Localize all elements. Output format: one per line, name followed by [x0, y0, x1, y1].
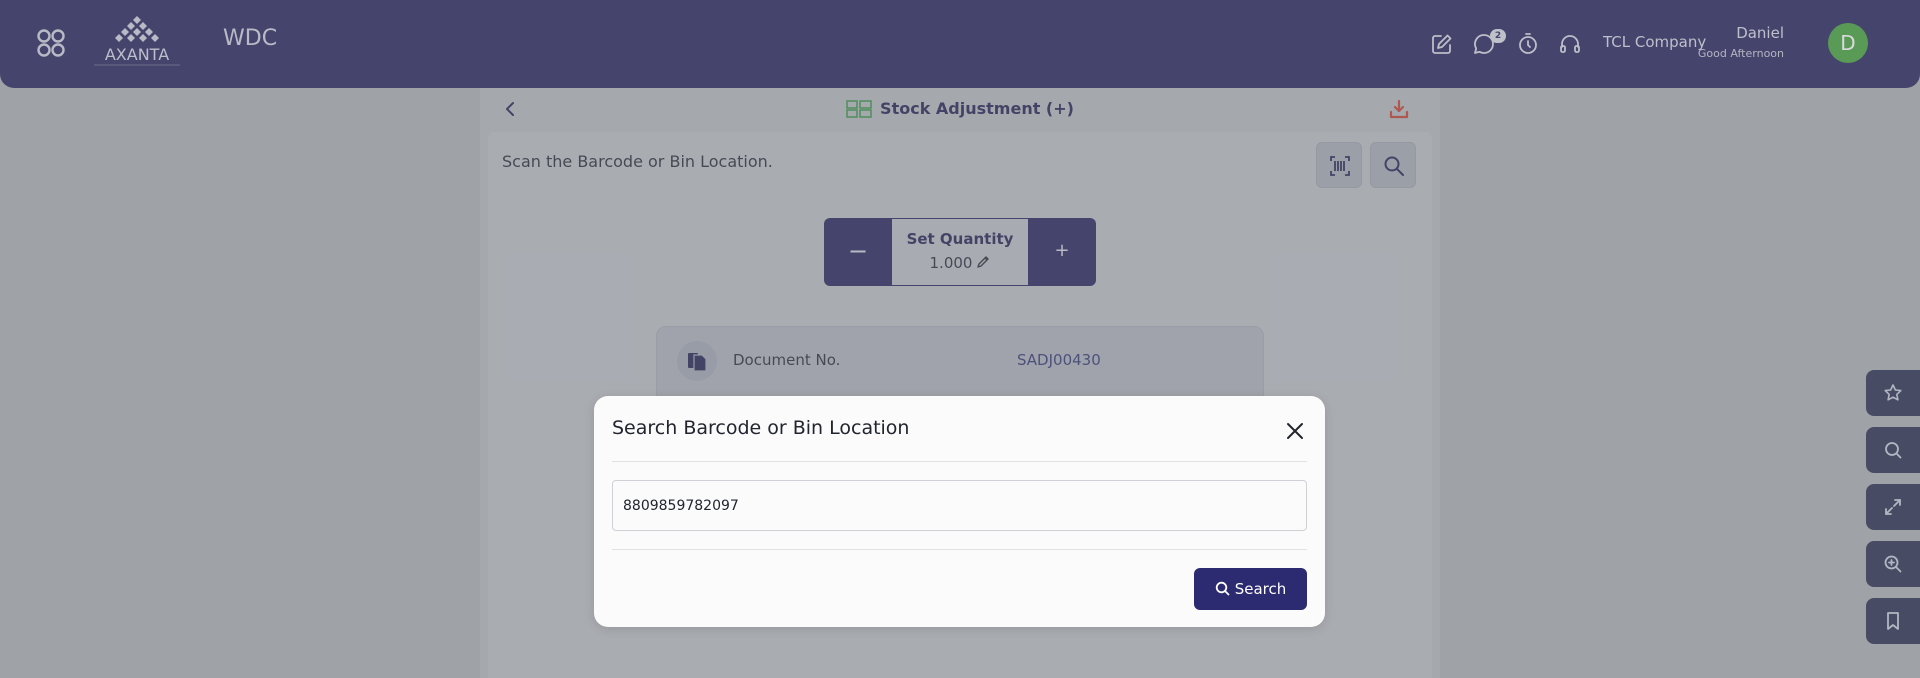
modal-divider: [612, 549, 1307, 550]
close-icon[interactable]: [1284, 420, 1306, 442]
search-icon: [1215, 581, 1230, 596]
modal-divider: [612, 461, 1307, 462]
search-button[interactable]: Search: [1194, 568, 1307, 610]
search-modal: Search Barcode or Bin Location Search: [594, 396, 1325, 627]
modal-title: Search Barcode or Bin Location: [612, 417, 910, 439]
search-button-label: Search: [1234, 580, 1287, 598]
barcode-search-input[interactable]: [612, 480, 1307, 531]
